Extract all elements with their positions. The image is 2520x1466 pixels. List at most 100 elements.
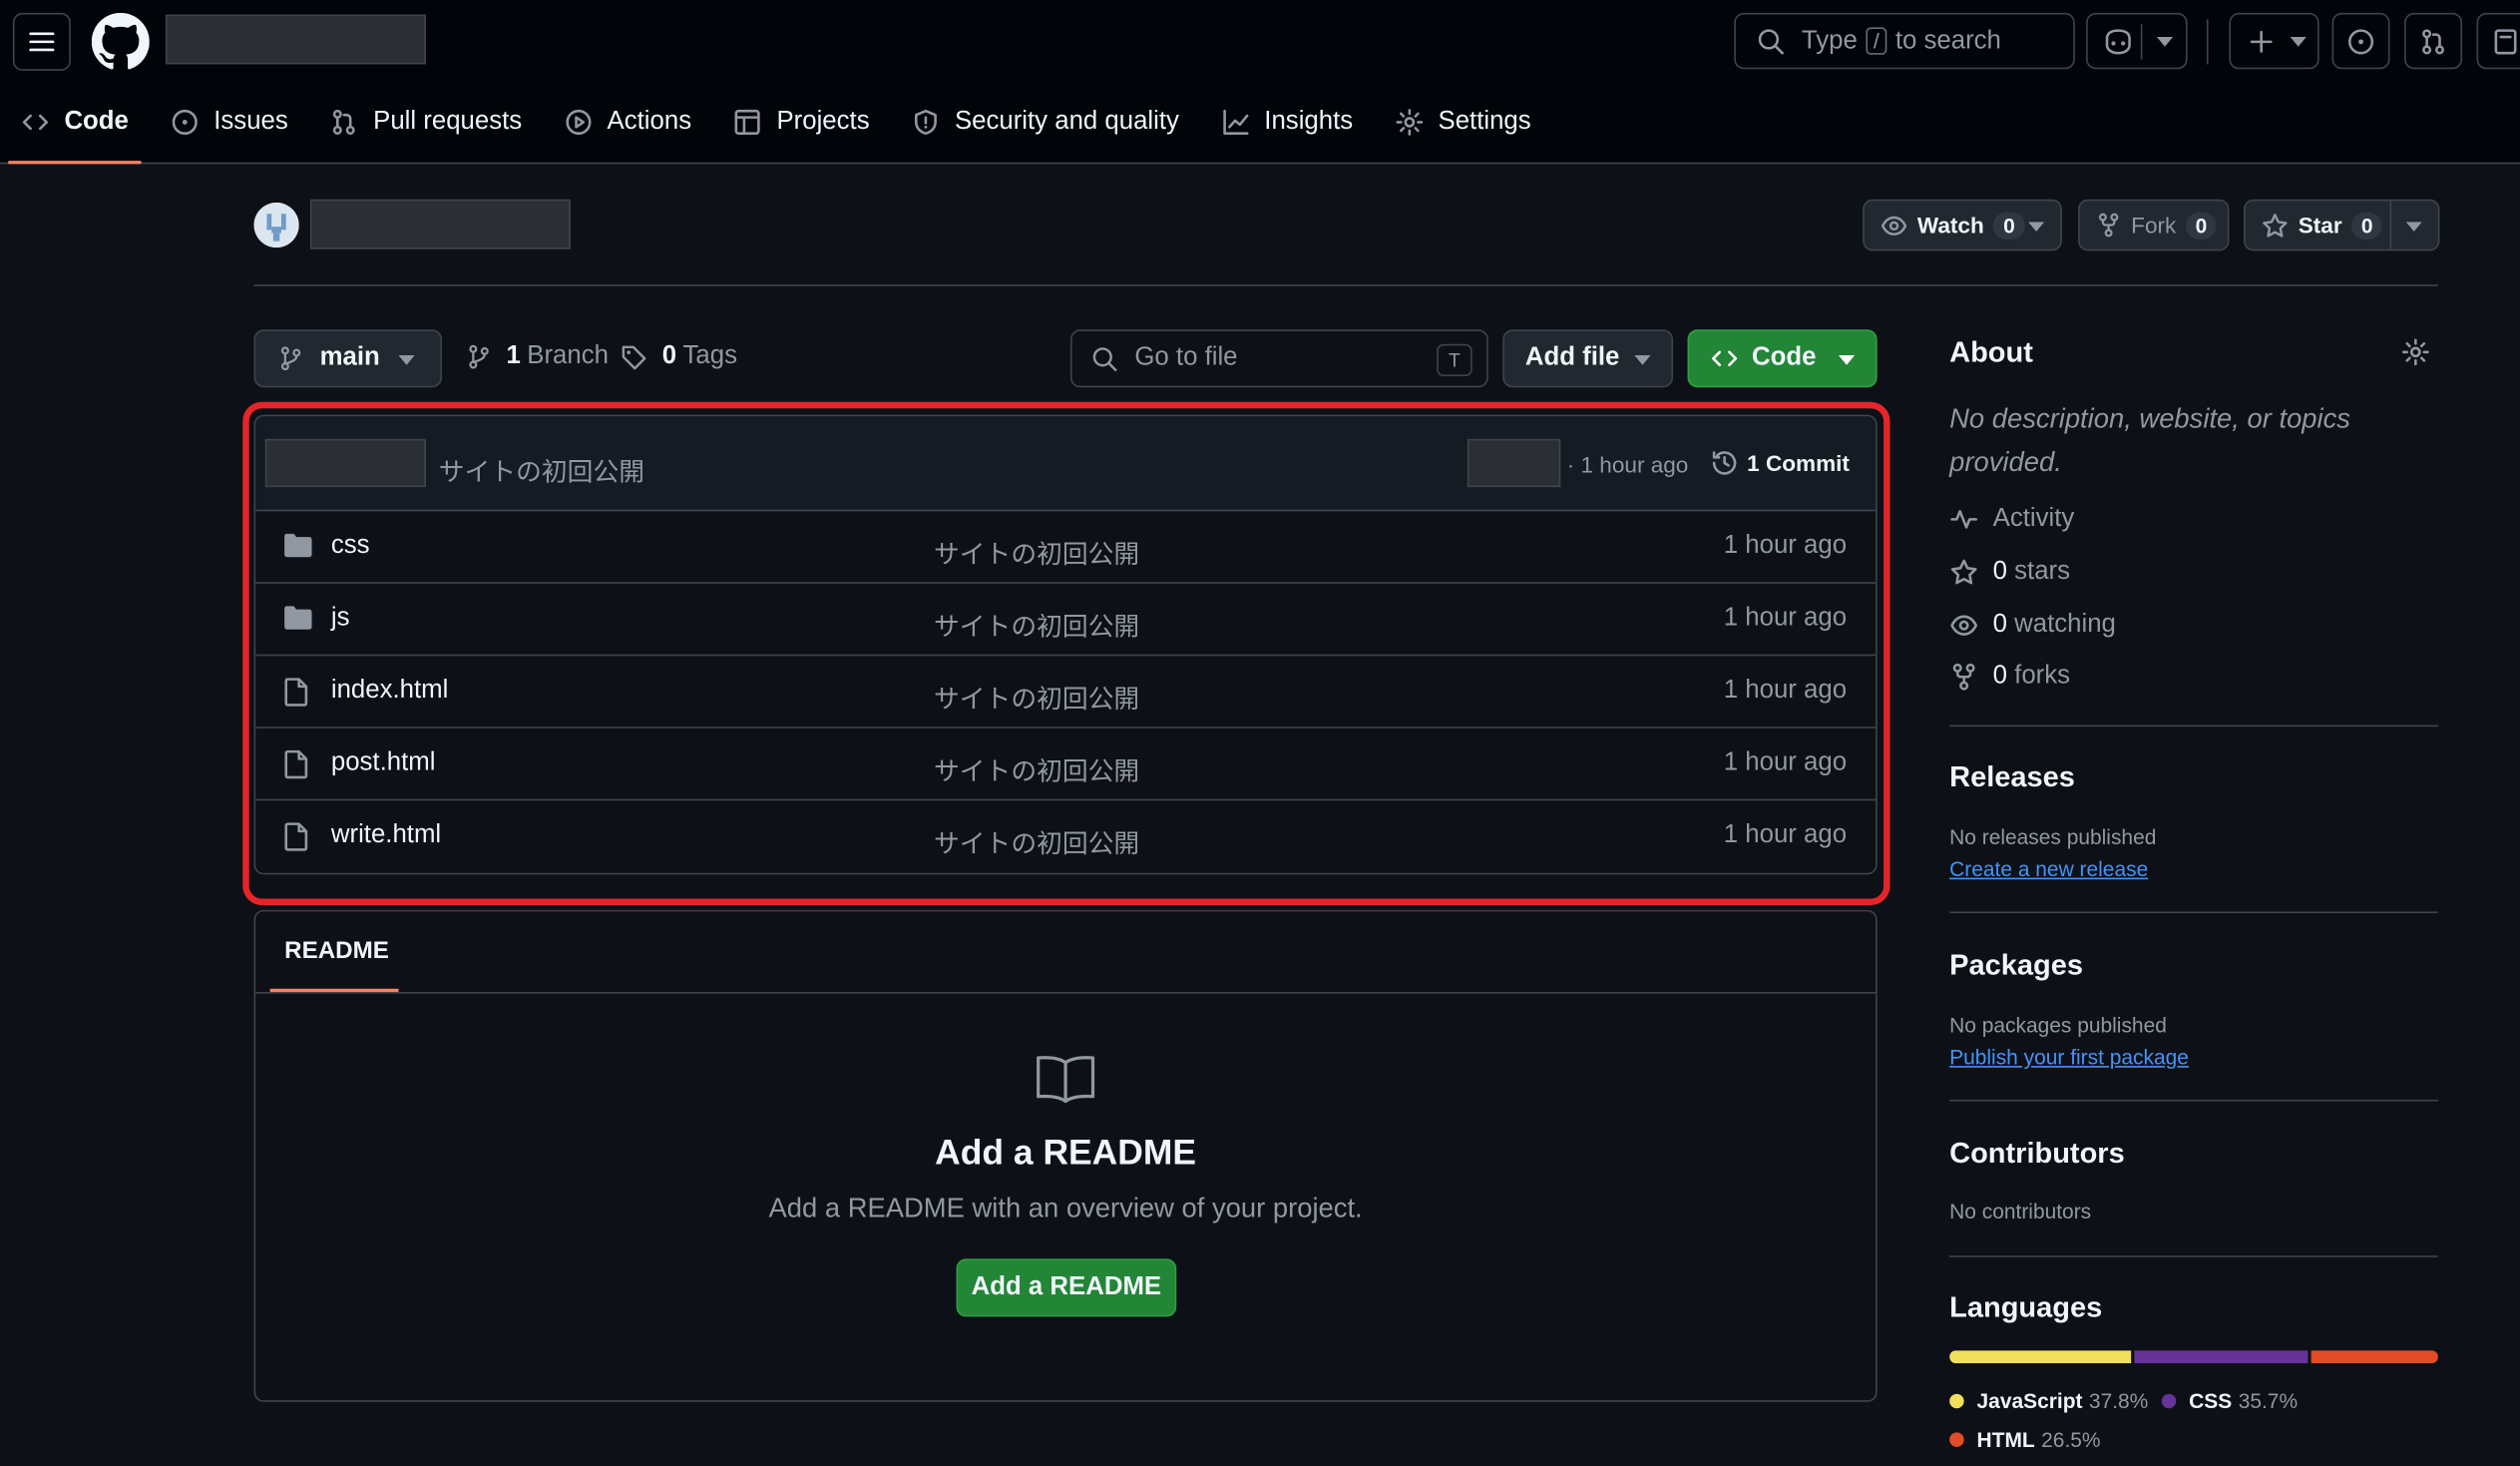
- activity-label: Activity: [1992, 504, 2075, 533]
- language-percent: 26.5%: [2041, 1427, 2101, 1452]
- chevron-down-icon: [1838, 355, 1856, 365]
- chevron-down-icon: [398, 355, 415, 365]
- inbox-button[interactable]: [2476, 12, 2520, 70]
- eye-icon: [1950, 615, 1978, 636]
- tags-link[interactable]: 0 Tags: [621, 342, 737, 371]
- create-release-link[interactable]: Create a new release: [1949, 857, 2148, 881]
- branch-label: Branch: [527, 342, 609, 370]
- star-button[interactable]: Star 0: [2243, 199, 2440, 251]
- tab-issues[interactable]: Issues: [158, 90, 301, 154]
- issues-button[interactable]: [2331, 12, 2390, 70]
- languages-title: Languages: [1949, 1290, 2103, 1323]
- sidebar-divider: [1949, 1099, 2438, 1102]
- pull-request-icon: [333, 109, 356, 136]
- tab-projects[interactable]: Projects: [720, 90, 882, 154]
- language-dot: [1949, 1432, 1964, 1447]
- forks-count: 0: [1992, 662, 2007, 691]
- chevron-down-icon: [2028, 222, 2045, 232]
- add-file-button[interactable]: Add file: [1502, 329, 1674, 388]
- tab-security[interactable]: Security and quality: [899, 90, 1192, 154]
- search-shortcut-key: /: [1865, 27, 1888, 55]
- add-file-label: Add file: [1524, 343, 1620, 372]
- activity-link[interactable]: Activity: [1949, 505, 2074, 534]
- inbox-icon: [2494, 28, 2517, 54]
- readme-panel: README Add a README Add a README with an…: [253, 909, 1878, 1402]
- tab-pull-requests[interactable]: Pull requests: [317, 90, 535, 154]
- copilot-button[interactable]: [2086, 12, 2188, 70]
- branches-link[interactable]: 1 Branch: [466, 342, 609, 371]
- owner-avatar[interactable]: [253, 202, 299, 248]
- tab-label: Issues: [213, 107, 288, 136]
- issue-icon: [172, 109, 198, 136]
- search-prefix: Type: [1801, 26, 1858, 54]
- watch-button[interactable]: Watch 0: [1863, 199, 2062, 251]
- github-mark-icon: [91, 12, 150, 70]
- language-name: CSS: [2189, 1388, 2233, 1414]
- tab-settings[interactable]: Settings: [1382, 90, 1543, 154]
- table-icon: [734, 109, 761, 136]
- branch-select-button[interactable]: main: [253, 329, 443, 388]
- code-button-label: Code: [1751, 343, 1817, 372]
- pulse-icon: [1950, 510, 1978, 529]
- add-readme-button[interactable]: Add a README: [956, 1258, 1177, 1317]
- chevron-down-icon: [1634, 355, 1651, 365]
- search-suffix: to search: [1894, 26, 2001, 54]
- fork-icon: [2098, 213, 2119, 238]
- code-button[interactable]: Code: [1687, 329, 1878, 388]
- about-title: About: [1949, 335, 2033, 368]
- watching-label: watching: [2014, 611, 2116, 639]
- watching-link[interactable]: 0 watching: [1949, 611, 2116, 640]
- language-item[interactable]: JavaScript 37.8%: [1949, 1389, 2148, 1413]
- language-percent: 37.8%: [2088, 1388, 2149, 1414]
- tab-label: Actions: [607, 107, 692, 136]
- contributors-title[interactable]: Contributors: [1949, 1137, 2125, 1171]
- language-item[interactable]: HTML 26.5%: [1949, 1427, 2101, 1452]
- tab-insights[interactable]: Insights: [1208, 90, 1366, 154]
- tab-label: Pull requests: [373, 107, 523, 136]
- publish-package-link[interactable]: Publish your first package: [1949, 1045, 2189, 1069]
- readme-empty-title: Add a README: [935, 1132, 1197, 1173]
- star-label: Star: [2298, 212, 2342, 239]
- header-divider: [253, 284, 2438, 286]
- go-to-file-input[interactable]: Go to file T: [1069, 329, 1488, 388]
- tag-count: 0: [661, 342, 677, 370]
- chevron-down-icon: [2156, 37, 2174, 47]
- readme-tab[interactable]: README: [284, 937, 389, 964]
- global-search[interactable]: Type / to search: [1734, 12, 2075, 70]
- identicon: [253, 202, 299, 248]
- graph-icon: [1222, 109, 1248, 136]
- watch-label: Watch: [1916, 212, 1984, 239]
- add-readme-label: Add a README: [971, 1272, 1162, 1301]
- create-new-button[interactable]: [2229, 12, 2319, 70]
- fork-count: 0: [2185, 211, 2217, 240]
- menu-button[interactable]: [12, 12, 71, 71]
- go-to-file-placeholder: Go to file: [1134, 343, 1238, 372]
- stars-link[interactable]: 0 stars: [1949, 558, 2070, 587]
- releases-title[interactable]: Releases: [1949, 760, 2075, 794]
- forks-link[interactable]: 0 forks: [1949, 663, 2070, 692]
- fork-button[interactable]: Fork 0: [2078, 199, 2230, 251]
- language-bar-segment: [2135, 1350, 2308, 1364]
- language-item[interactable]: CSS 35.7%: [2161, 1388, 2298, 1414]
- tab-label: Insights: [1264, 107, 1354, 136]
- language-name: JavaScript: [1976, 1388, 2083, 1414]
- tab-actions[interactable]: Actions: [551, 90, 704, 154]
- hamburger-icon: [29, 32, 55, 52]
- packages-title[interactable]: Packages: [1949, 948, 2083, 982]
- book-icon: [1037, 1056, 1095, 1104]
- sidebar-divider: [1949, 911, 2438, 914]
- eye-icon: [1881, 215, 1907, 236]
- play-icon: [565, 109, 592, 136]
- github-logo[interactable]: [91, 12, 150, 71]
- readme-empty-subtitle: Add a README with an overview of your pr…: [768, 1193, 1363, 1223]
- gear-icon[interactable]: [2401, 337, 2430, 366]
- stars-count: 0: [1992, 558, 2007, 586]
- tab-code[interactable]: Code: [8, 90, 142, 165]
- global-header: Type / to search Code Issues Pull reques…: [0, 0, 2520, 165]
- pull-requests-button[interactable]: [2404, 12, 2463, 70]
- shield-icon: [915, 109, 937, 136]
- tag-icon: [622, 344, 646, 369]
- tag-label: Tags: [682, 342, 737, 370]
- fork-label: Fork: [2131, 212, 2177, 239]
- pull-request-icon: [2422, 28, 2445, 54]
